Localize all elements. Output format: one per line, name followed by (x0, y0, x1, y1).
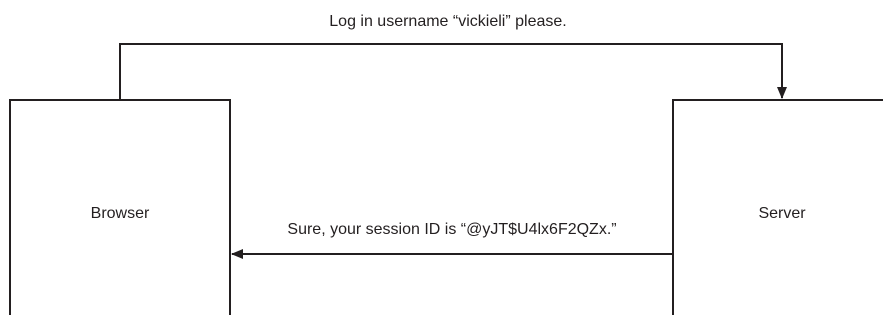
request-message: Log in username “vickieli” please. (329, 13, 566, 30)
session-diagram: Browser Server Log in username “vickieli… (9, 13, 883, 315)
request-arrow (119, 43, 787, 100)
browser-label: Browser (91, 205, 150, 222)
server-label: Server (758, 205, 806, 222)
response-message: Sure, your session ID is “@yJT$U4lx6F2QZ… (287, 221, 616, 238)
